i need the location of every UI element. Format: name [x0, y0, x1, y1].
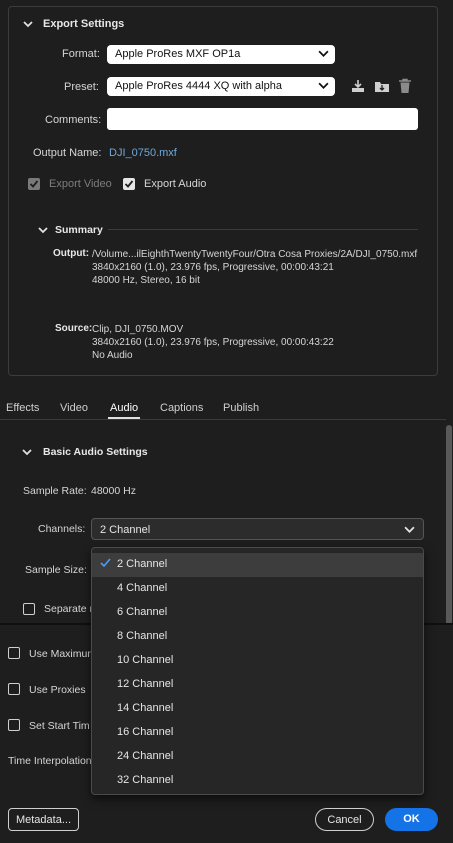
menu-item[interactable]: 14 Channel	[92, 697, 423, 721]
channels-label: Channels:	[38, 523, 86, 535]
preset-value: Apple ProRes 4444 XQ with alpha	[115, 80, 282, 92]
channels-dropdown[interactable]: 2 Channel	[91, 518, 424, 540]
menu-item[interactable]: 8 Channel	[92, 625, 423, 649]
output-summary: /Volume...ilEighthTwentyTwentyFour/Otra …	[92, 249, 418, 286]
time-interpolation-label: Time Interpolation	[8, 755, 92, 767]
comments-label: Comments:	[45, 114, 102, 126]
use-proxies-label: Use Proxies	[29, 684, 86, 696]
use-maximum-label: Use Maximum	[29, 648, 97, 660]
menu-item[interactable]: 2 Channel	[92, 553, 423, 577]
checkmark-icon	[100, 558, 111, 571]
separate-mono-checkbox[interactable]	[23, 603, 35, 615]
menu-item[interactable]: 6 Channel	[92, 601, 423, 625]
tab-audio[interactable]: Audio	[110, 402, 138, 414]
source-summary-label: Source:	[55, 323, 93, 334]
output-name-label: Output Name:	[33, 147, 102, 159]
metadata-button[interactable]: Metadata...	[8, 808, 79, 831]
basic-audio-settings-title: Basic Audio Settings	[43, 446, 148, 458]
tab-divider	[0, 419, 446, 420]
menu-item[interactable]: 16 Channel	[92, 721, 423, 745]
set-start-timecode-label: Set Start Tim	[29, 720, 90, 732]
source-summary: Clip, DJI_0750.MOV 3840x2160 (1.0), 23.9…	[92, 324, 334, 361]
use-proxies-checkbox[interactable]	[8, 683, 20, 695]
sample-size-label: Sample Size:	[25, 564, 87, 576]
export-settings-title: Export Settings	[43, 18, 125, 30]
preset-label: Preset:	[64, 81, 99, 93]
summary-title: Summary	[55, 224, 103, 236]
ok-button[interactable]: OK	[385, 808, 438, 831]
chevron-down-icon[interactable]	[22, 447, 32, 457]
sample-rate-value: 48000 Hz	[91, 485, 136, 497]
chevron-down-icon[interactable]	[38, 225, 48, 235]
menu-item[interactable]: 4 Channel	[92, 577, 423, 601]
import-preset-icon[interactable]	[374, 78, 390, 97]
tab-effects[interactable]: Effects	[6, 402, 39, 414]
chevron-down-icon	[404, 524, 415, 538]
comments-field[interactable]	[107, 108, 418, 130]
format-label: Format:	[62, 48, 100, 60]
export-video-checkbox[interactable]	[28, 178, 40, 190]
output-summary-label: Output:	[53, 248, 90, 259]
output-name-link[interactable]: DJI_0750.mxf	[109, 147, 177, 159]
chevron-down-icon	[318, 48, 329, 62]
sample-rate-label: Sample Rate:	[23, 485, 87, 497]
summary-divider	[108, 229, 418, 230]
format-value: Apple ProRes MXF OP1a	[115, 48, 241, 60]
menu-item[interactable]: 32 Channel	[92, 769, 423, 793]
menu-item[interactable]: 10 Channel	[92, 649, 423, 673]
format-select[interactable]: Apple ProRes MXF OP1a	[107, 45, 335, 64]
active-tab-indicator	[108, 417, 140, 419]
tab-video[interactable]: Video	[60, 402, 88, 414]
export-audio-label: Export Audio	[144, 178, 207, 190]
trash-icon[interactable]	[398, 78, 412, 97]
tab-publish[interactable]: Publish	[223, 402, 259, 414]
export-audio-checkbox[interactable]	[123, 178, 135, 190]
export-video-label: Export Video	[49, 178, 112, 190]
preset-select[interactable]: Apple ProRes 4444 XQ with alpha	[107, 77, 335, 96]
cancel-button[interactable]: Cancel	[315, 808, 374, 831]
chevron-down-icon	[318, 80, 329, 94]
channels-menu: 2 Channel 4 Channel 6 Channel 8 Channel …	[91, 547, 424, 795]
save-preset-icon[interactable]	[350, 78, 366, 97]
channels-value: 2 Channel	[100, 524, 151, 536]
use-maximum-checkbox[interactable]	[8, 647, 20, 659]
menu-item[interactable]: 24 Channel	[92, 745, 423, 769]
chevron-down-icon[interactable]	[23, 19, 33, 29]
scrollbar[interactable]	[446, 425, 452, 625]
menu-item[interactable]: 12 Channel	[92, 673, 423, 697]
tab-captions[interactable]: Captions	[160, 402, 203, 414]
set-start-timecode-checkbox[interactable]	[8, 719, 20, 731]
